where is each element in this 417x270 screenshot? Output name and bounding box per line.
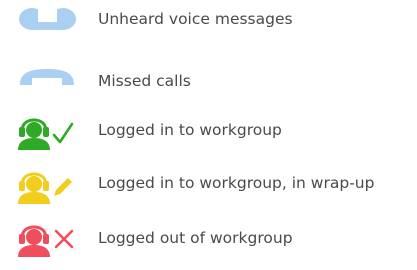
agent-checkmark-icon (18, 118, 74, 150)
legend-label: Unheard voice messages (98, 10, 293, 28)
agent-x-icon (18, 225, 74, 257)
legend-item-missed-calls: Missed calls (0, 57, 417, 101)
legend-item-logged-out: Logged out of workgroup (0, 216, 417, 260)
phone-handset-icon (20, 69, 74, 85)
legend-item-logged-in: Logged in to workgroup (0, 109, 417, 153)
legend-item-unheard-voice-messages: Unheard voice messages (0, 0, 417, 44)
legend-label: Logged in to workgroup (98, 121, 282, 139)
legend-item-logged-in-wrap-up: Logged in to workgroup, in wrap-up (0, 163, 417, 207)
legend-label: Missed calls (98, 72, 191, 90)
agent-pencil-icon (18, 172, 72, 204)
voicemail-icon (19, 8, 76, 30)
legend-label: Logged out of workgroup (98, 229, 293, 247)
legend-label: Logged in to workgroup, in wrap-up (98, 174, 375, 192)
